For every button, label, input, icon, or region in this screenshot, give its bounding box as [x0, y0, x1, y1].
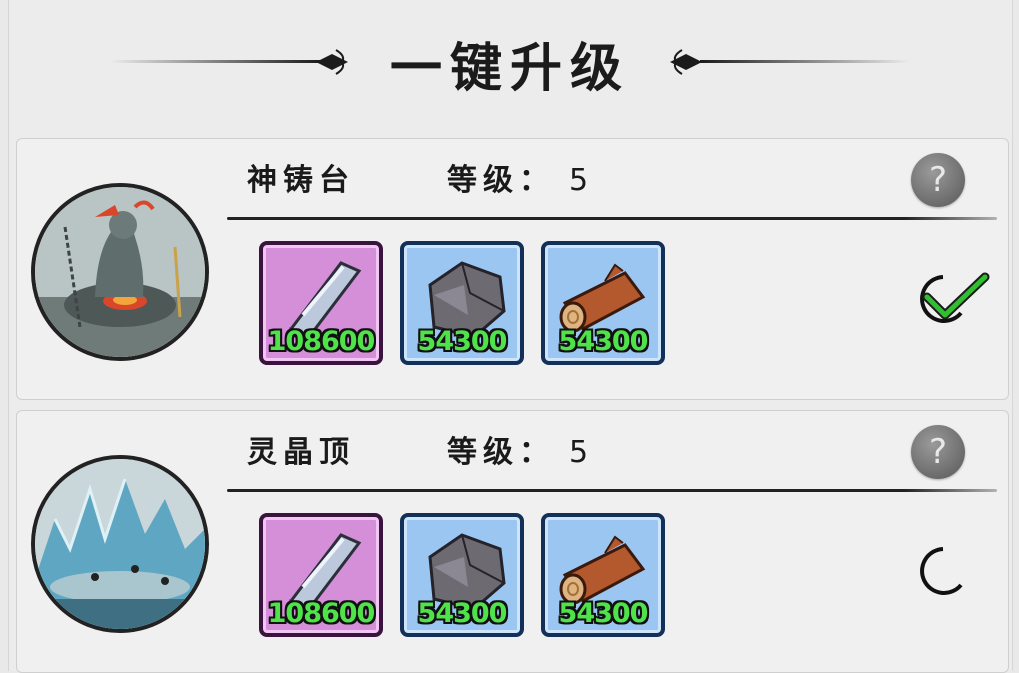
level-label: 等级：	[447, 163, 555, 198]
title-brush-right	[700, 60, 910, 63]
ornament-left-icon	[316, 49, 348, 75]
card-divider	[227, 217, 997, 220]
building-level: 等级： 5	[447, 427, 594, 471]
resource-slot-log[interactable]: 54300	[541, 241, 665, 365]
building-portrait-forge	[31, 183, 209, 361]
building-name: 神铸台	[247, 163, 355, 198]
level-value: 5	[569, 163, 595, 198]
resource-amount: 54300	[417, 598, 508, 629]
resource-amount: 54300	[417, 326, 508, 357]
resource-amount: 54300	[558, 598, 649, 629]
resource-slot-ore[interactable]: 54300	[400, 513, 524, 637]
card-divider	[227, 489, 997, 492]
select-checkbox-unchecked[interactable]	[913, 541, 993, 601]
resource-slot-log[interactable]: 54300	[541, 513, 665, 637]
resource-amount: 54300	[558, 326, 649, 357]
level-value: 5	[569, 435, 595, 470]
resource-amount: 108600	[267, 326, 376, 357]
title-brush-left	[110, 60, 320, 63]
help-button[interactable]: ?	[911, 425, 965, 479]
building-level: 等级： 5	[447, 155, 594, 199]
level-label: 等级：	[447, 435, 555, 470]
resource-amount: 108600	[267, 598, 376, 629]
building-portrait-crystal-peak	[31, 455, 209, 633]
header: 一键升级	[0, 0, 1019, 130]
resource-slot-ore[interactable]: 54300	[400, 241, 524, 365]
resource-slot-crystal[interactable]: 108600	[259, 241, 383, 365]
building-name: 灵晶顶	[247, 435, 355, 470]
select-checkbox-checked[interactable]	[913, 269, 993, 329]
resource-slot-crystal[interactable]: 108600	[259, 513, 383, 637]
building-card: 神铸台 等级： 5 ? 108600 54300 54300	[16, 138, 1009, 400]
building-card: 灵晶顶 等级： 5 ? 108600 54300 54300	[16, 410, 1009, 673]
page-title: 一键升级	[389, 38, 630, 99]
help-button[interactable]: ?	[911, 153, 965, 207]
